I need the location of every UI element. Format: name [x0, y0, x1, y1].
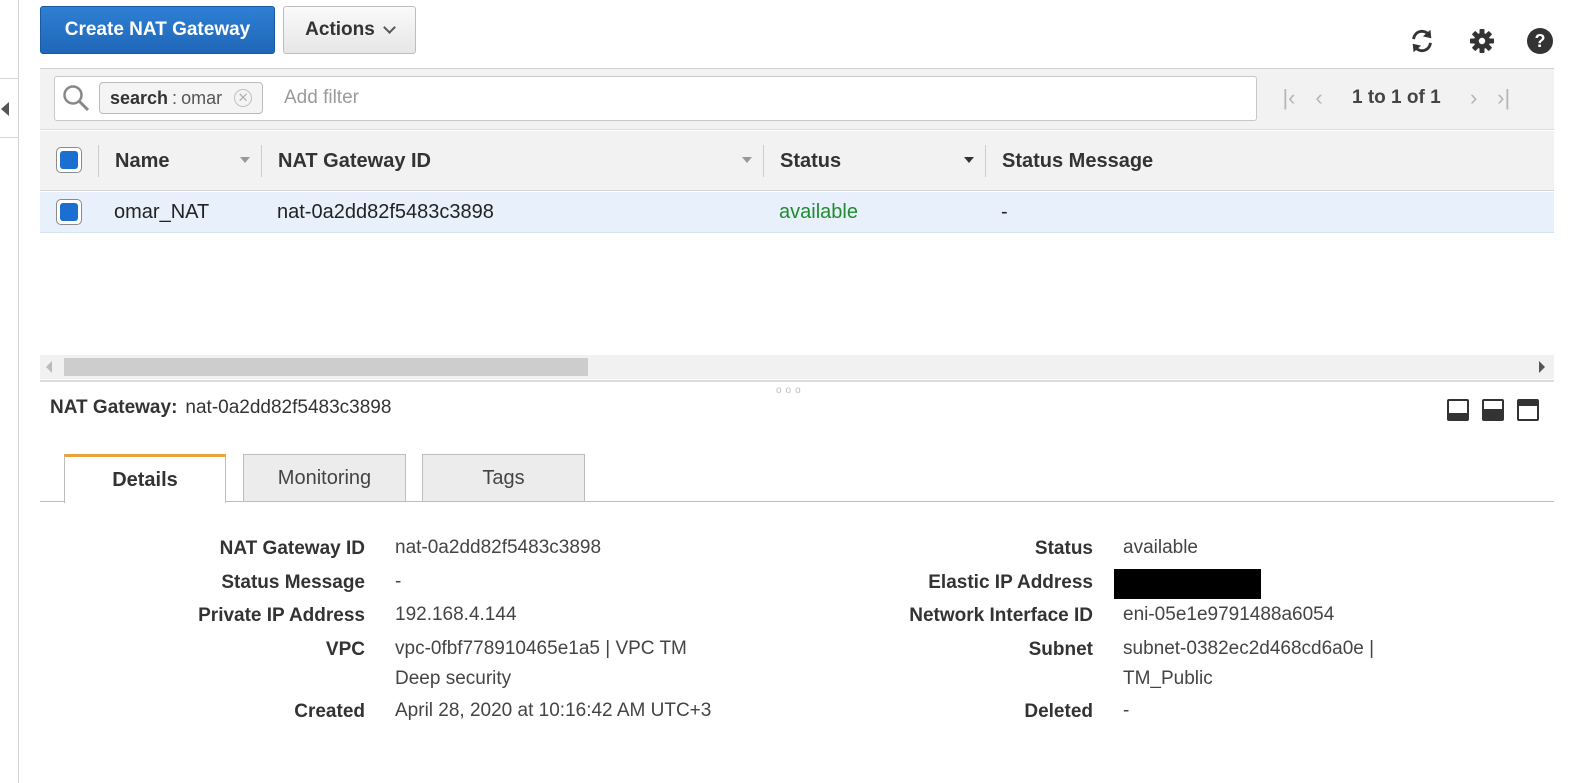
row-status: available — [779, 201, 858, 223]
status-label: Status — [1034, 538, 1093, 559]
private-ip-value[interactable]: 192.168.4.144 — [395, 600, 517, 630]
tab-baseline — [40, 501, 1554, 502]
sort-status-icon[interactable] — [964, 157, 974, 163]
detail-title-value: nat-0a2dd82f5483c3898 — [185, 397, 392, 418]
column-separator — [98, 145, 99, 177]
row-name: omar_NAT — [114, 201, 210, 223]
filter-chip-key: search — [110, 87, 169, 108]
sort-id-icon[interactable] — [742, 157, 752, 163]
help-icon[interactable]: ? — [1526, 27, 1554, 55]
actions-label: Actions — [305, 19, 375, 40]
layout-top-icon[interactable] — [1517, 399, 1539, 421]
scroll-left-icon[interactable] — [46, 361, 52, 373]
actions-dropdown-button[interactable]: Actions — [283, 6, 416, 54]
column-separator — [985, 145, 986, 177]
create-nat-gateway-button[interactable]: Create NAT Gateway — [40, 6, 275, 54]
private-ip-label: Private IP Address — [198, 605, 365, 626]
nat-gateway-id-value: nat-0a2dd82f5483c3898 — [395, 537, 602, 558]
filter-chip: search : omar ✕ — [99, 82, 264, 114]
subnet-link-continued[interactable]: TM_Public — [1123, 664, 1213, 694]
network-interface-link[interactable]: eni-05e1e9791488a6054 — [1123, 600, 1334, 630]
column-header-status-message[interactable]: Status Message — [1002, 131, 1153, 191]
first-page-icon[interactable]: |‹ — [1274, 85, 1304, 111]
tab-monitoring[interactable]: Monitoring — [243, 454, 406, 502]
column-header-status[interactable]: Status — [780, 131, 841, 191]
detail-title: NAT Gateway: nat-0a2dd82f5483c3898 — [50, 397, 391, 419]
column-header-name[interactable]: Name — [115, 131, 169, 191]
filter-chip-separator: : — [172, 87, 178, 108]
scrollbar-thumb[interactable] — [64, 358, 588, 376]
prev-page-icon[interactable]: ‹ — [1304, 85, 1334, 111]
column-separator — [763, 145, 764, 177]
elastic-ip-redacted — [1114, 569, 1261, 599]
deleted-label: Deleted — [1024, 701, 1093, 722]
vpc-link[interactable]: vpc-0fbf778910465e1a5 | VPC TM — [395, 634, 687, 664]
subnet-link[interactable]: subnet-0382ec2d468cd6a0e | — [1123, 634, 1374, 664]
add-filter-input[interactable] — [284, 84, 1244, 112]
row-nat-gateway-id: nat-0a2dd82f5483c3898 — [277, 201, 494, 223]
subnet-label: Subnet — [1028, 639, 1093, 660]
next-page-icon[interactable]: › — [1459, 85, 1489, 111]
refresh-icon[interactable] — [1408, 27, 1436, 55]
column-separator — [261, 145, 262, 177]
select-all-checkbox[interactable] — [56, 147, 82, 173]
expand-sidebar-icon[interactable] — [1, 102, 9, 116]
scroll-right-icon[interactable] — [1539, 361, 1545, 373]
filter-chip-value: omar — [181, 87, 223, 108]
status-message-value: - — [395, 571, 402, 592]
pagination: |‹ ‹ 1 to 1 of 1 › ›| — [1274, 84, 1519, 112]
pagination-text: 1 to 1 of 1 — [1352, 87, 1441, 108]
tab-details[interactable]: Details — [64, 454, 226, 503]
sidebar-edge — [18, 0, 19, 783]
vpc-link-continued[interactable]: Deep security — [395, 664, 511, 694]
created-label: Created — [294, 701, 365, 722]
detail-title-label: NAT Gateway: — [50, 397, 178, 418]
row-checkbox[interactable] — [56, 199, 82, 225]
resize-grip-icon[interactable]: ooo — [776, 385, 805, 396]
sort-name-icon[interactable] — [240, 157, 250, 163]
chevron-down-icon — [382, 21, 396, 34]
last-page-icon[interactable]: ›| — [1489, 85, 1519, 111]
network-interface-label: Network Interface ID — [909, 605, 1093, 626]
nat-gateways-console: Create NAT Gateway Actions ? search: om… — [0, 0, 1587, 783]
vpc-label: VPC — [325, 639, 365, 660]
remove-filter-icon[interactable]: ✕ — [234, 89, 253, 107]
tab-tags[interactable]: Tags — [422, 454, 585, 502]
layout-bottom-icon[interactable] — [1447, 399, 1469, 421]
layout-split-icon[interactable] — [1482, 399, 1504, 421]
created-value: April 28, 2020 at 10:16:42 AM UTC+3 — [395, 700, 712, 721]
row-status-message: - — [1001, 201, 1008, 223]
elastic-ip-label: Elastic IP Address — [928, 572, 1093, 593]
deleted-value: - — [1123, 700, 1130, 721]
column-header-nat-gateway-id[interactable]: NAT Gateway ID — [278, 131, 431, 191]
status-message-label: Status Message — [221, 572, 365, 593]
gear-icon[interactable] — [1468, 27, 1496, 55]
svg-text:?: ? — [1535, 31, 1546, 51]
status-value: available — [1123, 537, 1198, 558]
search-icon — [62, 84, 90, 112]
nat-gateway-id-label: NAT Gateway ID — [219, 538, 365, 559]
pane-divider — [40, 380, 1554, 382]
